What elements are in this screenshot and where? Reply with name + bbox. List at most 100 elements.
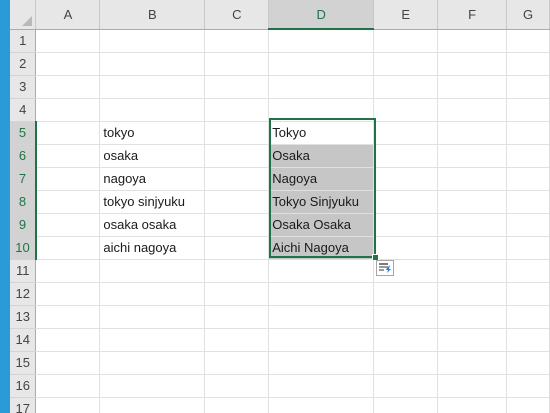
cell-e4[interactable] [373,98,439,122]
cell-d14[interactable] [268,328,375,352]
cell-b17[interactable] [99,397,206,413]
cell-f3[interactable] [437,75,507,99]
cell-d10[interactable]: Aichi Nagoya [268,236,375,260]
cell-c4[interactable] [204,98,270,122]
cell-f2[interactable] [437,52,507,76]
cell-b6[interactable]: osaka [99,144,206,168]
cell-c6[interactable] [204,144,270,168]
cell-a6[interactable] [35,144,101,168]
cell-e13[interactable] [373,305,439,329]
cell-b10[interactable]: aichi nagoya [99,236,206,260]
row-header-6[interactable]: 6 [10,144,37,168]
cell-c1[interactable] [204,29,270,53]
column-header-c[interactable]: C [204,0,270,30]
row-header-17[interactable]: 17 [10,397,37,413]
cell-g14[interactable] [506,328,550,352]
cell-g7[interactable] [506,167,550,191]
cell-f10[interactable] [437,236,507,260]
cell-d9[interactable]: Osaka Osaka [268,213,375,237]
cell-a17[interactable] [35,397,101,413]
cell-f16[interactable] [437,374,507,398]
cell-e9[interactable] [373,213,439,237]
cell-b1[interactable] [99,29,206,53]
cell-c17[interactable] [204,397,270,413]
row-header-2[interactable]: 2 [10,52,37,76]
cell-e8[interactable] [373,190,439,214]
cell-d5[interactable]: Tokyo [268,121,375,145]
cell-g6[interactable] [506,144,550,168]
cell-d8[interactable]: Tokyo Sinjyuku [268,190,375,214]
cell-d6[interactable]: Osaka [268,144,375,168]
column-header-d[interactable]: D [268,0,375,30]
cell-f4[interactable] [437,98,507,122]
cell-d15[interactable] [268,351,375,375]
cell-b2[interactable] [99,52,206,76]
row-header-13[interactable]: 13 [10,305,37,329]
cell-c8[interactable] [204,190,270,214]
cell-f6[interactable] [437,144,507,168]
cell-b12[interactable] [99,282,206,306]
cell-a8[interactable] [35,190,101,214]
cell-g11[interactable] [506,259,550,283]
cell-g13[interactable] [506,305,550,329]
row-header-5[interactable]: 5 [10,121,37,145]
cell-b8[interactable]: tokyo sinjyuku [99,190,206,214]
cell-g2[interactable] [506,52,550,76]
cell-a5[interactable] [35,121,101,145]
cell-f12[interactable] [437,282,507,306]
cell-c10[interactable] [204,236,270,260]
row-header-7[interactable]: 7 [10,167,37,191]
cell-c9[interactable] [204,213,270,237]
cell-g16[interactable] [506,374,550,398]
cell-d1[interactable] [268,29,375,53]
cell-g15[interactable] [506,351,550,375]
cell-b9[interactable]: osaka osaka [99,213,206,237]
cell-g10[interactable] [506,236,550,260]
row-header-14[interactable]: 14 [10,328,37,352]
row-header-12[interactable]: 12 [10,282,37,306]
select-all-button[interactable] [10,0,37,30]
cell-c14[interactable] [204,328,270,352]
cell-a15[interactable] [35,351,101,375]
row-header-9[interactable]: 9 [10,213,37,237]
cell-a2[interactable] [35,52,101,76]
cell-a14[interactable] [35,328,101,352]
cell-c16[interactable] [204,374,270,398]
cell-e16[interactable] [373,374,439,398]
cell-f14[interactable] [437,328,507,352]
cell-f1[interactable] [437,29,507,53]
cell-c12[interactable] [204,282,270,306]
cell-f11[interactable] [437,259,507,283]
row-header-16[interactable]: 16 [10,374,37,398]
cell-b4[interactable] [99,98,206,122]
cell-f9[interactable] [437,213,507,237]
cell-a1[interactable] [35,29,101,53]
cell-d7[interactable]: Nagoya [268,167,375,191]
cell-e6[interactable] [373,144,439,168]
row-header-3[interactable]: 3 [10,75,37,99]
cell-a10[interactable] [35,236,101,260]
cell-b13[interactable] [99,305,206,329]
cell-f17[interactable] [437,397,507,413]
cell-d3[interactable] [268,75,375,99]
cell-g9[interactable] [506,213,550,237]
cell-e17[interactable] [373,397,439,413]
cell-b14[interactable] [99,328,206,352]
column-header-g[interactable]: G [506,0,550,30]
cell-g1[interactable] [506,29,550,53]
cell-d16[interactable] [268,374,375,398]
cell-g17[interactable] [506,397,550,413]
cell-a11[interactable] [35,259,101,283]
row-header-15[interactable]: 15 [10,351,37,375]
cell-c15[interactable] [204,351,270,375]
cell-f7[interactable] [437,167,507,191]
cell-e3[interactable] [373,75,439,99]
column-header-e[interactable]: E [373,0,439,30]
cell-d13[interactable] [268,305,375,329]
cell-d11[interactable] [268,259,375,283]
cell-g3[interactable] [506,75,550,99]
cell-b15[interactable] [99,351,206,375]
row-header-1[interactable]: 1 [10,29,37,53]
row-header-4[interactable]: 4 [10,98,37,122]
column-header-f[interactable]: F [437,0,507,30]
